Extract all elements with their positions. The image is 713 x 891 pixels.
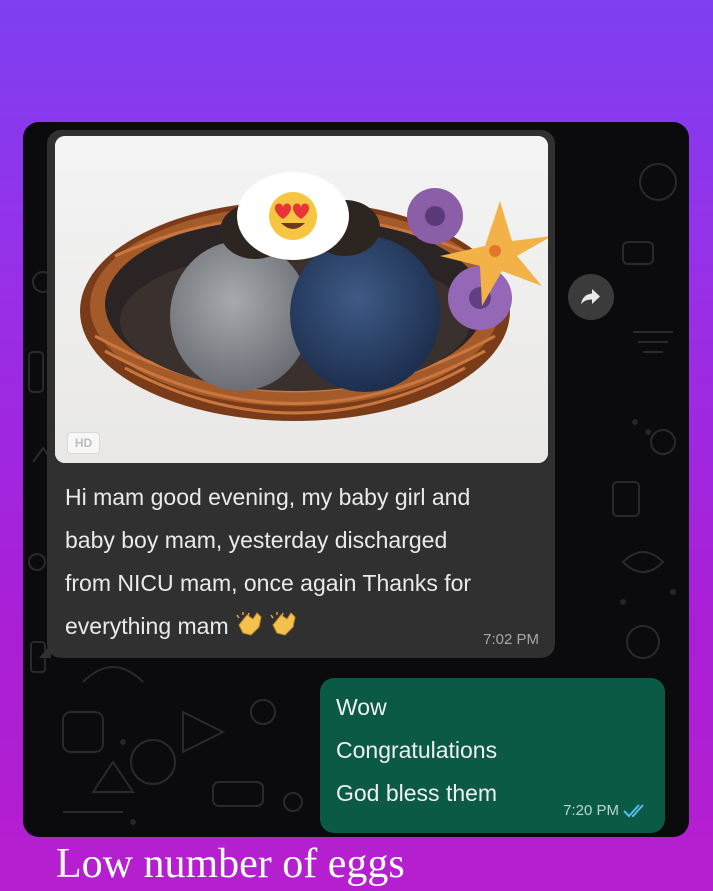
incoming-timestamp: 7:02 PM [483, 631, 539, 648]
caption-text: Low number of eggs [56, 841, 405, 887]
bubble-tail [39, 644, 51, 658]
outgoing-line: Wow [336, 694, 387, 720]
clapping-hands-emoji-icon [235, 608, 297, 651]
outgoing-line: God bless them [336, 780, 498, 806]
incoming-message-text: Hi mam good evening, my baby girl and ba… [65, 476, 537, 651]
message-line-last: everything mam [65, 605, 537, 651]
hd-badge: HD [67, 432, 100, 454]
forward-button[interactable] [568, 274, 614, 320]
forward-arrow-icon [581, 289, 600, 305]
privacy-emoji-cover [237, 172, 349, 260]
outgoing-line: Congratulations [336, 737, 498, 763]
message-line-text: everything mam [65, 613, 229, 639]
outgoing-timestamp: 7:20 PM [563, 802, 619, 819]
message-line: baby boy mam, yesterday discharged [65, 527, 448, 553]
photo-attachment[interactable]: HD [55, 136, 548, 463]
incoming-message[interactable]: HD Hi mam good evening, my baby girl and… [39, 130, 555, 658]
outgoing-message[interactable]: Wow Congratulations God bless them 7:20 … [320, 678, 665, 833]
heart-eyes-emoji-icon [269, 192, 317, 240]
double-check-icon [623, 804, 644, 818]
chat-screenshot: HD Hi mam good evening, my baby girl and… [23, 122, 689, 837]
message-line: from NICU mam, once again Thanks for [65, 570, 472, 596]
message-line: Hi mam good evening, my baby girl and [65, 484, 471, 510]
